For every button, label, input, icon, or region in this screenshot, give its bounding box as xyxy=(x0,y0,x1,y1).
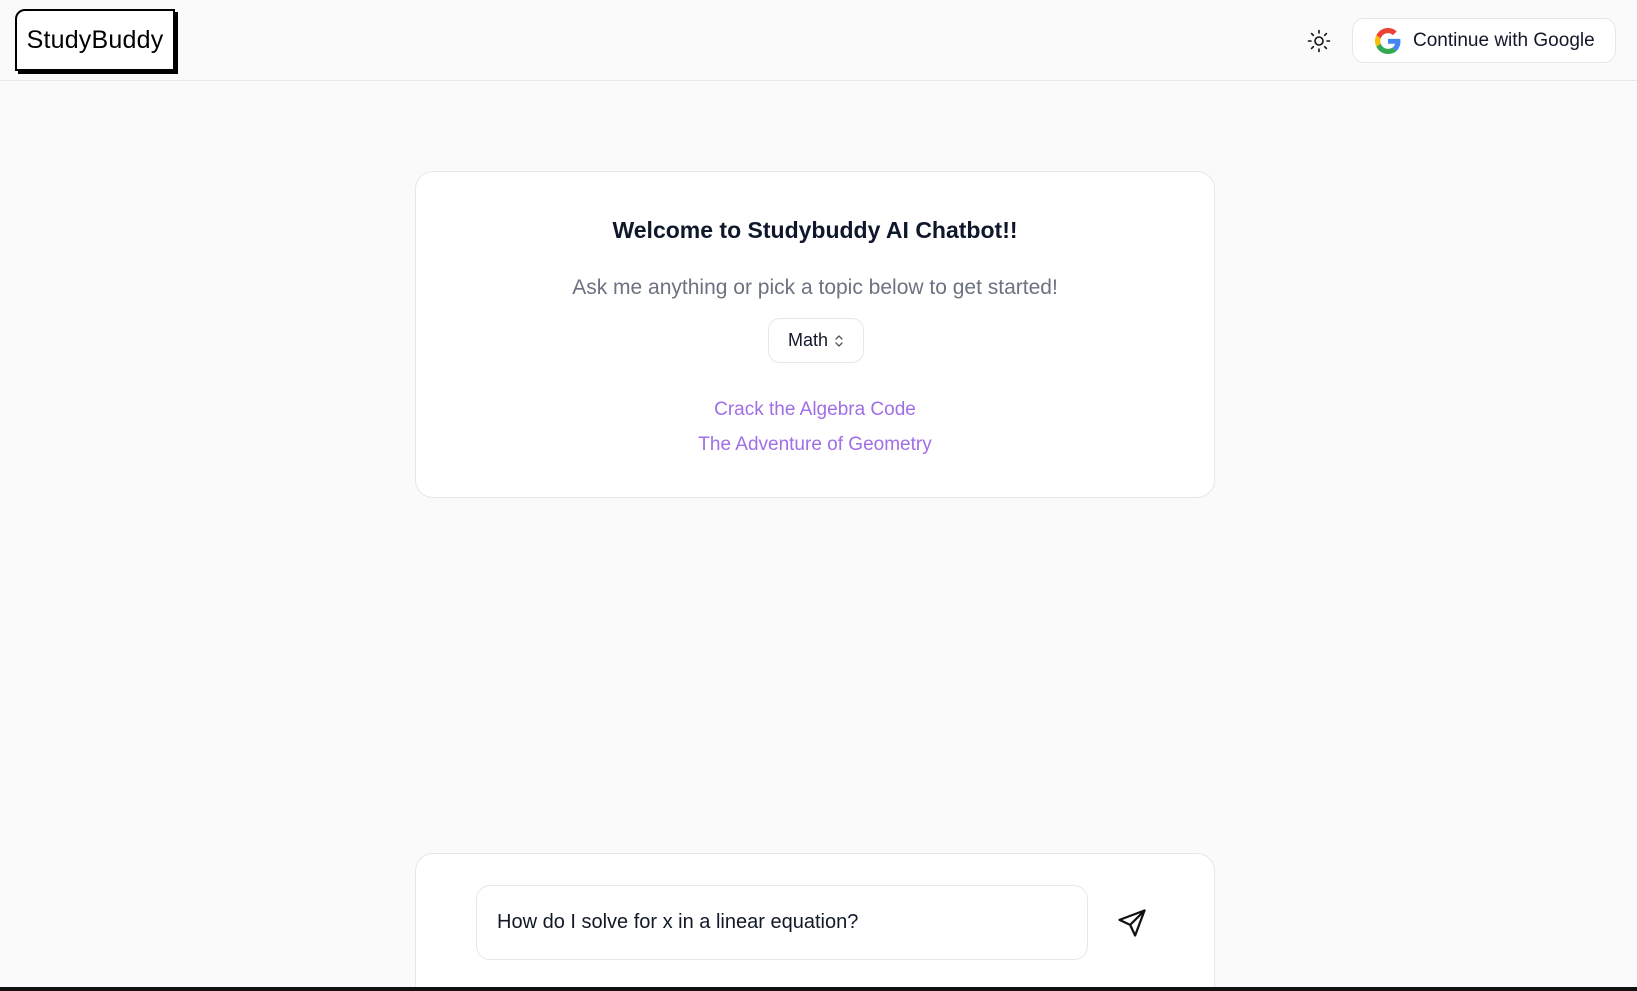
theme-toggle-button[interactable] xyxy=(1302,24,1336,58)
chat-input[interactable] xyxy=(476,885,1088,960)
send-icon xyxy=(1117,908,1147,938)
google-button-label: Continue with Google xyxy=(1413,29,1595,51)
send-button[interactable] xyxy=(1114,905,1150,941)
topic-link-geometry[interactable]: The Adventure of Geometry xyxy=(416,434,1214,456)
welcome-card: Welcome to Studybuddy AI Chatbot!! Ask m… xyxy=(415,171,1215,498)
logo[interactable]: StudyBuddy xyxy=(15,9,175,71)
bottom-edge xyxy=(0,987,1637,991)
page: StudyBuddy Continue with Google Welcome … xyxy=(0,0,1637,991)
sun-icon xyxy=(1307,29,1331,53)
composer-panel xyxy=(415,853,1215,991)
chevron-up-down-icon xyxy=(834,334,844,348)
welcome-title: Welcome to Studybuddy AI Chatbot!! xyxy=(612,217,1018,243)
topic-select-value: Math xyxy=(787,330,829,350)
topic-select[interactable]: Math xyxy=(768,318,864,363)
topic-link-algebra[interactable]: Crack the Algebra Code xyxy=(416,399,1214,421)
welcome-subtitle: Ask me anything or pick a topic below to… xyxy=(572,276,1058,299)
header: StudyBuddy Continue with Google xyxy=(0,0,1637,81)
continue-with-google-button[interactable]: Continue with Google xyxy=(1352,18,1616,63)
google-g-icon xyxy=(1375,27,1401,54)
